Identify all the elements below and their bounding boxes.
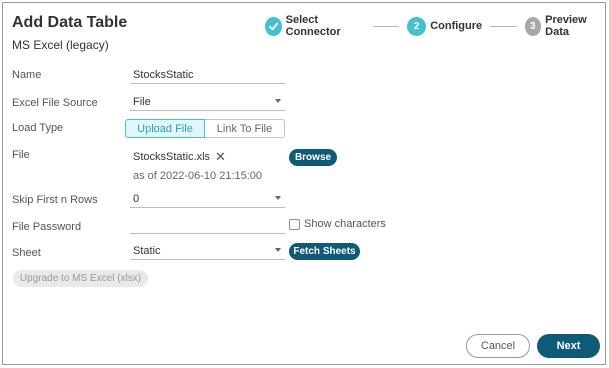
sheet-select[interactable]: Static	[130, 242, 285, 260]
excel-file-source-value: File	[133, 96, 151, 108]
chevron-down-icon	[275, 99, 281, 103]
name-label: Name	[12, 69, 42, 81]
dialog-title: Add Data Table	[12, 14, 128, 31]
step-number: 2	[407, 16, 427, 36]
sheet-value: Static	[133, 245, 161, 257]
chevron-down-icon	[275, 196, 281, 200]
file-timestamp: as of 2022-06-10 21:15:00	[133, 170, 263, 182]
check-icon	[265, 16, 282, 36]
cancel-button[interactable]: Cancel	[466, 334, 530, 358]
skip-rows-value: 0	[133, 193, 140, 205]
step-divider	[490, 25, 517, 27]
upload-file-option[interactable]: Upload File	[125, 119, 205, 138]
skip-rows-select[interactable]: 0	[130, 190, 285, 208]
load-type-toggle: Upload File Link To File	[125, 119, 285, 138]
browse-button[interactable]: Browse	[289, 149, 337, 166]
sheet-label: Sheet	[12, 247, 41, 259]
wizard-stepper: Select Connector 2 Configure 3 Preview D…	[265, 14, 605, 38]
file-password-input[interactable]	[130, 216, 285, 234]
excel-file-source-select[interactable]: File	[130, 93, 285, 111]
show-characters-label[interactable]: Show characters	[304, 218, 386, 230]
show-characters-checkbox[interactable]	[289, 219, 300, 230]
step-preview-data[interactable]: 3 Preview Data	[524, 14, 605, 38]
file-password-label: File Password	[12, 221, 82, 233]
skip-rows-label: Skip First n Rows	[12, 194, 98, 206]
upgrade-button[interactable]: Upgrade to MS Excel (xlsx)	[13, 270, 148, 287]
step-number: 3	[524, 16, 542, 36]
step-configure[interactable]: 2 Configure	[407, 16, 483, 36]
fetch-sheets-button[interactable]: Fetch Sheets	[289, 243, 360, 260]
step-label: Select Connector	[285, 14, 341, 38]
name-value: StocksStatic	[133, 69, 194, 81]
excel-file-source-label: Excel File Source	[12, 97, 98, 109]
step-select-connector[interactable]: Select Connector	[265, 14, 365, 38]
next-button[interactable]: Next	[537, 334, 600, 358]
step-label: Configure	[430, 20, 483, 32]
file-label: File	[12, 149, 30, 161]
load-type-label: Load Type	[12, 122, 64, 134]
step-label: Preview Data	[545, 14, 587, 38]
step-divider	[372, 25, 400, 27]
chevron-down-icon	[275, 248, 281, 252]
close-icon[interactable]: ✕	[215, 149, 226, 165]
file-name: StocksStatic.xls	[133, 151, 211, 163]
add-data-table-dialog: Add Data Table MS Excel (legacy) Select …	[2, 2, 606, 365]
link-to-file-option[interactable]: Link To File	[205, 119, 285, 138]
name-input[interactable]: StocksStatic	[130, 66, 285, 84]
dialog-subtitle: MS Excel (legacy)	[12, 38, 109, 52]
